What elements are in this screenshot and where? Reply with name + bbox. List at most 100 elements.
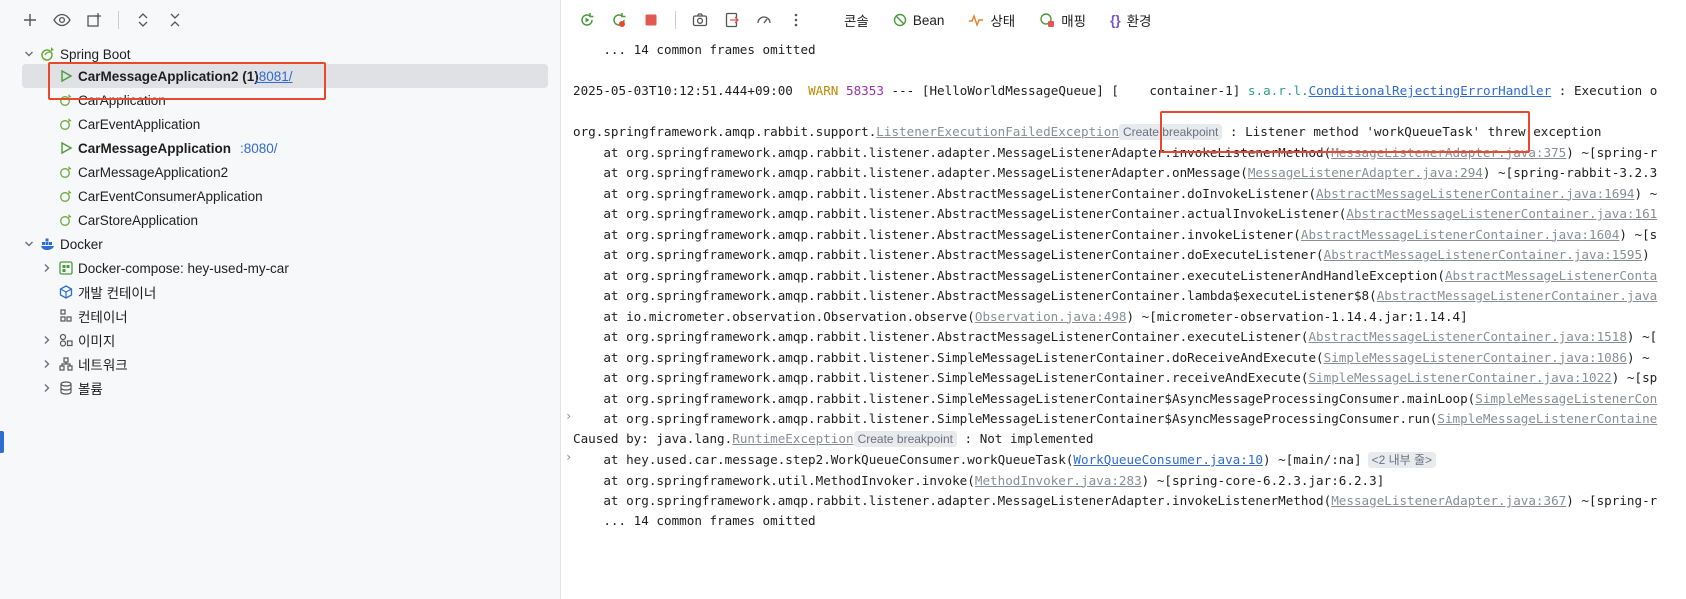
source-link[interactable]: MessageListenerAdapter.java:367 <box>1331 493 1566 508</box>
internal-lines-badge[interactable]: <2 내부 줄> <box>1367 452 1437 468</box>
frame-text: at org.springframework.amqp.rabbit.liste… <box>573 493 1332 508</box>
expand-icon[interactable] <box>131 8 155 32</box>
add-icon[interactable] <box>18 8 42 32</box>
gauge-icon[interactable] <box>752 8 776 32</box>
stack-frame: at org.springframework.amqp.rabbit.liste… <box>573 163 1657 183</box>
log-message: : Execution o <box>1551 83 1658 98</box>
no-entry-icon <box>893 13 907 27</box>
tree-item-containers[interactable]: 컨테이너 <box>0 304 560 328</box>
chevron-down-icon[interactable] <box>22 237 36 251</box>
chevron-right-icon[interactable] <box>40 261 54 275</box>
source-link[interactable]: AbstractMessageListenerContainer.java <box>1377 288 1658 303</box>
tab-label: 콘솔 <box>844 14 869 29</box>
spring-boot-icon <box>40 46 56 62</box>
tree-item-label: Docker-compose: hey-used-my-car <box>78 260 289 276</box>
tree-group-docker[interactable]: Docker <box>0 232 560 256</box>
logger-prefix: s.a.r.l. <box>1247 83 1309 98</box>
stack-frame: at hey.used.car.message.step2.WorkQueueC… <box>573 450 1437 470</box>
frame-tail: ) <box>1642 247 1650 262</box>
rerun-icon[interactable] <box>575 8 599 32</box>
fold-chevron-icon[interactable]: › <box>565 450 572 464</box>
collapse-icon[interactable] <box>163 8 187 32</box>
source-link[interactable]: SimpleMessageListenerContaine <box>1437 411 1657 426</box>
log-pid: 58353 <box>846 83 884 98</box>
port-link[interactable]: :8080/ <box>240 141 278 156</box>
frame-tail: ) ~ <box>1634 185 1658 201</box>
chevron-right-icon[interactable] <box>40 357 54 371</box>
annotation-highlight-box <box>1160 111 1530 153</box>
camera-icon[interactable] <box>688 8 712 32</box>
new-window-icon[interactable] <box>82 8 106 32</box>
tab-bean[interactable]: Bean <box>885 0 953 40</box>
tab-mappings[interactable]: 매핑 <box>1031 0 1094 40</box>
tree-item-label: 개발 컨테이너 <box>78 286 157 301</box>
stack-frame: at org.springframework.amqp.rabbit.liste… <box>573 389 1657 409</box>
tree-item-app-2[interactable]: CarEventApplication <box>0 112 560 136</box>
source-link[interactable]: MessageListenerAdapter.java:294 <box>1248 165 1483 180</box>
tree-item-app-5[interactable]: CarEventConsumerApplication <box>0 184 560 208</box>
tree-item-app-3[interactable]: CarMessageApplication :8080/ <box>0 136 560 160</box>
toolbar-divider <box>675 11 676 29</box>
exception-package: org.springframework.amqp.rabbit.support. <box>573 124 877 139</box>
tree-item-dev-containers[interactable]: 개발 컨테이너 <box>0 280 560 304</box>
log-dashes: --- <box>891 83 915 98</box>
source-link[interactable]: Observation.java:498 <box>975 309 1127 324</box>
source-link[interactable]: SimpleMessageListenerContainer.java:1022 <box>1308 370 1611 385</box>
exit-icon[interactable] <box>720 8 744 32</box>
source-link[interactable]: SimpleMessageListenerCon <box>1475 391 1657 406</box>
source-link[interactable]: AbstractMessageListenerContainer.java:16… <box>1301 227 1619 242</box>
source-link[interactable]: SimpleMessageListenerContainer.java:1086 <box>1324 350 1627 365</box>
spring-boot-icon <box>58 116 74 132</box>
source-link[interactable]: WorkQueueConsumer.java:10 <box>1073 452 1263 467</box>
network-icon <box>58 356 74 372</box>
exception-class-link[interactable]: ListenerExecutionFailedException <box>876 124 1119 139</box>
stop-icon[interactable] <box>639 8 663 32</box>
source-link[interactable]: AbstractMessageListenerContainer.java:15… <box>1324 247 1642 262</box>
frame-text: at org.springframework.amqp.rabbit.liste… <box>573 247 1324 262</box>
image-icon <box>58 332 74 348</box>
log-thread: [HelloWorldMessageQueue] [ container-1] <box>921 83 1241 98</box>
stack-frame: at org.springframework.amqp.rabbit.liste… <box>573 368 1657 388</box>
tab-label: Bean <box>912 12 945 28</box>
frame-text: at org.springframework.amqp.rabbit.liste… <box>573 390 1476 406</box>
source-link[interactable]: AbstractMessageListenerContainer.java:16… <box>1316 186 1634 201</box>
frame-tail: ) ~[main/:na] <box>1262 452 1362 467</box>
frame-tail: ) ~[spring-core-6.2.3.jar:6.2.3] <box>1141 472 1385 488</box>
rerun-failed-icon[interactable] <box>607 8 631 32</box>
frame-text: at org.springframework.amqp.rabbit.liste… <box>573 411 1438 426</box>
chevron-right-icon[interactable] <box>40 381 54 395</box>
tree-item-app-4[interactable]: CarMessageApplication2 <box>0 160 560 184</box>
frame-text: at org.springframework.util.MethodInvoke… <box>573 472 975 488</box>
tree-item-label: 이미지 <box>78 334 116 349</box>
tab-label: 환경 <box>1126 14 1152 29</box>
tree-item-images[interactable]: 이미지 <box>0 328 560 352</box>
caused-by-class-link[interactable]: RuntimeException <box>732 431 853 446</box>
chevron-right-icon[interactable] <box>40 333 54 347</box>
tab-console[interactable]: 콘솔 <box>836 0 877 40</box>
source-link[interactable]: AbstractMessageListenerContainer.java:16… <box>1346 206 1657 221</box>
create-breakpoint-button[interactable]: Create breakpoint <box>853 431 957 447</box>
source-link[interactable]: AbstractMessageListenerContainer.java:15… <box>1308 329 1626 344</box>
tree-item-networks[interactable]: 네트워크 <box>0 352 560 376</box>
fold-chevron-icon[interactable]: › <box>565 409 572 423</box>
logger-link[interactable]: ConditionalRejectingErrorHandler <box>1309 83 1552 98</box>
eye-icon[interactable] <box>50 8 74 32</box>
tree-item-docker-compose[interactable]: Docker-compose: hey-used-my-car <box>0 256 560 280</box>
spring-boot-icon <box>58 212 74 228</box>
source-link[interactable]: MethodInvoker.java:283 <box>975 473 1142 488</box>
frame-tail: ) ~[s <box>1619 226 1658 242</box>
frame-tail: ) ~[spring-rabbit-3.2.3 <box>1482 165 1658 180</box>
tree-item-label: 볼륨 <box>78 382 103 397</box>
stack-frame: at org.springframework.amqp.rabbit.liste… <box>573 204 1657 224</box>
tab-environment[interactable]: {} 환경 <box>1102 0 1159 40</box>
source-link[interactable]: AbstractMessageListenerConta <box>1445 268 1657 283</box>
tree-item-volumes[interactable]: 볼륨 <box>0 376 560 400</box>
stack-frame: at org.springframework.amqp.rabbit.liste… <box>573 266 1657 286</box>
chevron-down-icon[interactable] <box>22 47 36 61</box>
tree-item-app-6[interactable]: CarStoreApplication <box>0 208 560 232</box>
stack-frame: at org.springframework.amqp.rabbit.liste… <box>573 225 1657 245</box>
frame-text: at org.springframework.amqp.rabbit.liste… <box>573 329 1309 344</box>
more-icon[interactable] <box>784 8 808 32</box>
tab-health[interactable]: 상태 <box>960 0 1023 40</box>
frame-text: at org.springframework.amqp.rabbit.liste… <box>573 370 1309 385</box>
